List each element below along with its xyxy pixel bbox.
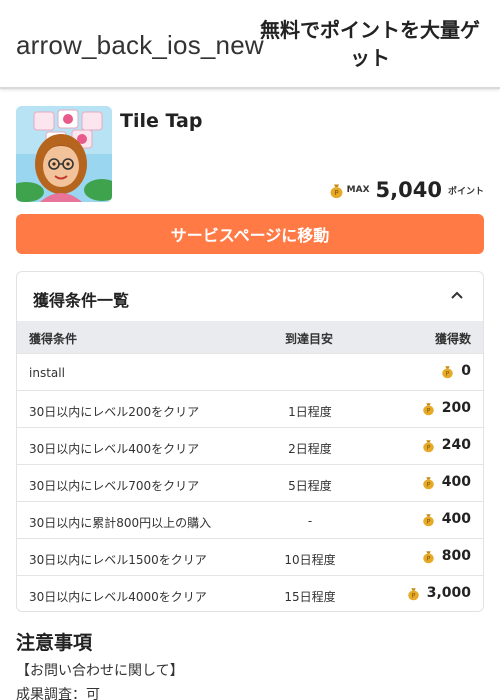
coin-bag-icon: P [423, 550, 434, 563]
max-points: P MAX 5,040 ポイント [328, 178, 484, 202]
eta-cell: 10日程度 [284, 553, 336, 567]
points-cell: P 240 [421, 437, 471, 453]
go-to-service-button[interactable]: サービスページに移動 [16, 214, 484, 254]
eta-cell: 15日程度 [284, 590, 336, 604]
points-cell: P 400 [421, 474, 471, 490]
coin-bag-icon: P [407, 587, 419, 600]
app-icon [16, 106, 112, 202]
points-cell: P 400 [421, 511, 471, 527]
eta-cell: - [307, 514, 313, 528]
condition-cell: 30日以内に累計800円以上の購入 [29, 516, 212, 530]
points-unit: ポイント [447, 186, 484, 197]
table-row: 30日以内にレベル200をクリア 1日程度 P 200 [17, 390, 483, 427]
points-cell: P 200 [421, 400, 471, 416]
svg-text:P: P [426, 407, 430, 414]
coin-bag-icon: P [423, 513, 434, 526]
condition-cell: install [29, 366, 65, 380]
table-row: install P 0 [17, 353, 483, 390]
coin-bag-icon: P [423, 476, 434, 489]
condition-cell: 30日以内にレベル200をクリア [29, 405, 200, 419]
table-row: 30日以内にレベル4000をクリア 15日程度 P 3,000 [17, 575, 483, 611]
max-points-value: 5,040 [375, 178, 442, 202]
conditions-title: 獲得条件一覧 [33, 291, 130, 310]
table-row: 30日以内にレベル700をクリア 5日程度 P 400 [17, 464, 483, 501]
eta-cell: 1日程度 [288, 405, 332, 419]
coin-bag-icon: P [330, 184, 343, 198]
svg-text:P: P [426, 555, 430, 562]
svg-text:P: P [411, 592, 415, 599]
svg-text:P: P [446, 370, 450, 377]
points-value: 400 [441, 511, 471, 527]
points-value: 800 [441, 548, 471, 564]
table-row: 30日以内に累計800円以上の購入 - P 400 [17, 501, 483, 538]
points-cell: P 3,000 [406, 585, 471, 601]
notes-line: 【お問い合わせに関して】 [16, 663, 184, 679]
svg-text:P: P [426, 444, 430, 451]
app-name: Tile Tap [120, 110, 203, 132]
points-value: 0 [461, 363, 471, 379]
svg-text:P: P [426, 481, 430, 488]
coin-bag-icon: P [442, 365, 453, 378]
points-cell: P 800 [421, 548, 471, 564]
points-value: 200 [441, 400, 471, 416]
coin-bag-icon: P [423, 439, 434, 452]
column-header-eta: 到達目安 [285, 332, 334, 346]
conditions-table-body: install P 0 30日以内にレベル200をクリア 1日程度 P 200 30日以内にレ… [17, 353, 483, 611]
points-cell: P0 [440, 363, 471, 379]
column-header-points: 獲得数 [434, 332, 471, 346]
condition-cell: 30日以内にレベル700をクリア [29, 479, 200, 493]
points-value: 240 [441, 437, 471, 453]
notes-title: 注意事項 [16, 632, 93, 654]
back-icon[interactable]: arrow_back_ios_new [16, 30, 264, 61]
condition-cell: 30日以内にレベル1500をクリア [29, 553, 207, 567]
table-row: 30日以内にレベル1500をクリア 10日程度 P 800 [17, 538, 483, 575]
column-header-condition: 獲得条件 [29, 332, 78, 346]
eta-cell: 5日程度 [288, 479, 332, 493]
table-row: 30日以内にレベル400をクリア 2日程度 P 240 [17, 427, 483, 464]
conditions-panel-header[interactable]: 獲得条件一覧 [17, 272, 483, 321]
condition-cell: 30日以内にレベル4000をクリア [29, 590, 207, 604]
app-icon-image [16, 106, 112, 202]
svg-text:P: P [334, 189, 338, 197]
notes-line: 成果調査：可 [16, 687, 100, 700]
eta-cell: 2日程度 [288, 442, 332, 456]
top-bar: arrow_back_ios_new 無料でポイントを大量ゲット [0, 0, 500, 89]
max-label: MAX [346, 185, 370, 195]
svg-text:P: P [426, 518, 430, 525]
points-value: 3,000 [426, 585, 471, 601]
points-value: 400 [441, 474, 471, 490]
conditions-panel: 獲得条件一覧 獲得条件 到達目安 獲得数 install P 0 30日以内にレベル2… [16, 271, 484, 612]
coin-bag-icon: P [423, 402, 434, 415]
chevron-up-icon[interactable] [449, 287, 465, 303]
table-header: 獲得条件 到達目安 獲得数 [17, 321, 483, 353]
condition-cell: 30日以内にレベル400をクリア [29, 442, 200, 456]
page-title: 無料でポイントを大量ゲット [260, 18, 480, 70]
